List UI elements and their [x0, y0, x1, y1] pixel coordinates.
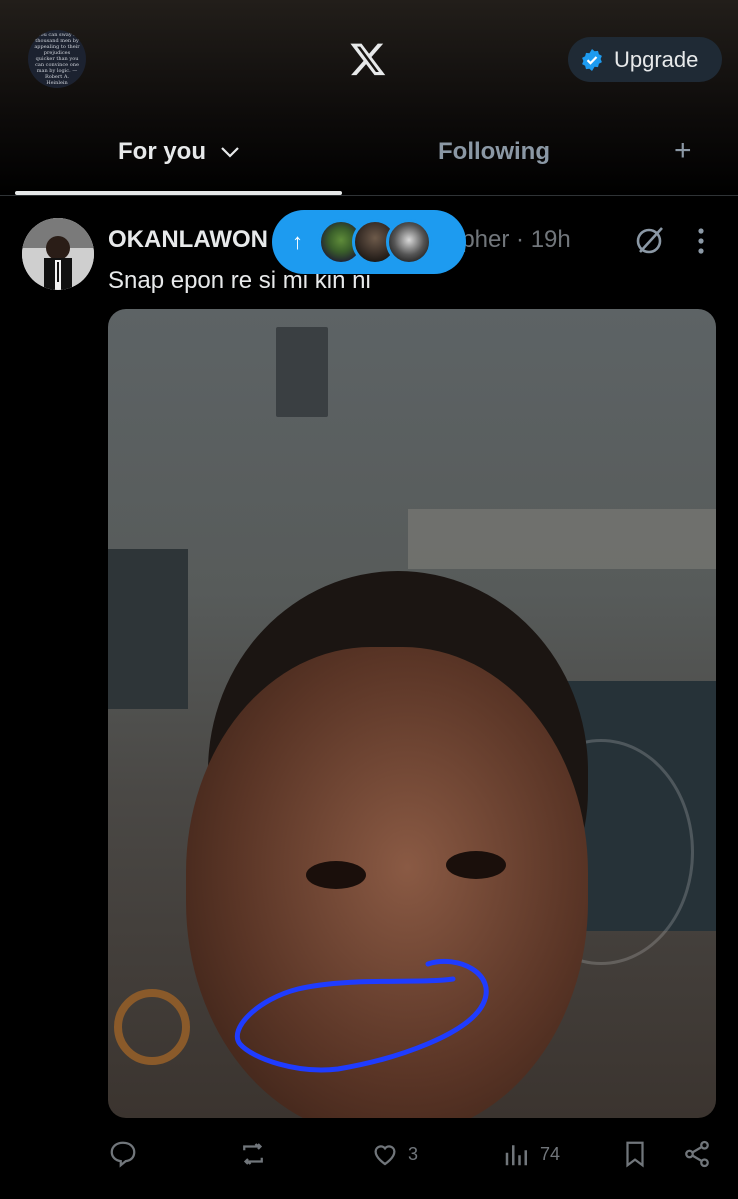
verified-badge-icon: [582, 48, 602, 71]
grok-icon[interactable]: [634, 224, 666, 256]
bookmark-button[interactable]: [620, 1136, 650, 1172]
post-meta[interactable]: pher · 19h: [461, 226, 570, 253]
new-post-avatar: [386, 219, 432, 265]
new-posts-pill[interactable]: ↑: [272, 210, 466, 274]
more-options-icon[interactable]: [693, 226, 709, 256]
repost-button[interactable]: [238, 1136, 268, 1172]
profile-avatar[interactable]: You can sway a thousand men by appealing…: [28, 30, 86, 88]
views-button[interactable]: 74: [502, 1136, 560, 1172]
analytics-icon: [505, 1145, 527, 1166]
post-author-name[interactable]: OKANLAWON: [108, 226, 268, 253]
image-eye: [446, 851, 506, 879]
chevron-down-icon[interactable]: [220, 146, 240, 158]
header-divider: [0, 195, 738, 196]
like-count: 3: [408, 1143, 419, 1164]
add-tab-button[interactable]: +: [674, 136, 692, 166]
reply-button[interactable]: [108, 1136, 138, 1172]
image-eye: [306, 861, 366, 889]
arrow-up-icon: ↑: [292, 229, 303, 254]
reply-icon: [110, 1141, 136, 1168]
image-door: [108, 549, 188, 709]
post-actions: 3 74: [108, 1136, 718, 1172]
upgrade-button[interactable]: Upgrade: [568, 37, 722, 82]
bookmark-icon: [626, 1141, 644, 1168]
like-button[interactable]: 3: [370, 1136, 418, 1172]
blue-scribble-annotation: [234, 958, 489, 1073]
image-lamp: [276, 327, 328, 417]
upgrade-label: Upgrade: [614, 46, 699, 72]
post-image[interactable]: [108, 309, 716, 1118]
image-wall: [408, 509, 716, 569]
tab-for-you-label: For you: [118, 138, 206, 165]
post-author-avatar[interactable]: [22, 218, 94, 290]
views-count: 74: [540, 1143, 561, 1164]
repost-icon: [243, 1143, 263, 1165]
profile-avatar-quote: You can sway a thousand men by appealing…: [34, 32, 80, 86]
top-bar: You can sway a thousand men by appealing…: [0, 0, 738, 195]
tab-following[interactable]: Following: [438, 138, 550, 166]
image-earring: [114, 989, 190, 1065]
tab-for-you[interactable]: For you: [118, 138, 240, 166]
feed-tabs: For you Following +: [0, 118, 738, 196]
share-button[interactable]: [682, 1136, 712, 1172]
heart-icon: [374, 1145, 396, 1166]
share-icon: [685, 1140, 709, 1168]
x-logo-icon[interactable]: [349, 40, 387, 78]
